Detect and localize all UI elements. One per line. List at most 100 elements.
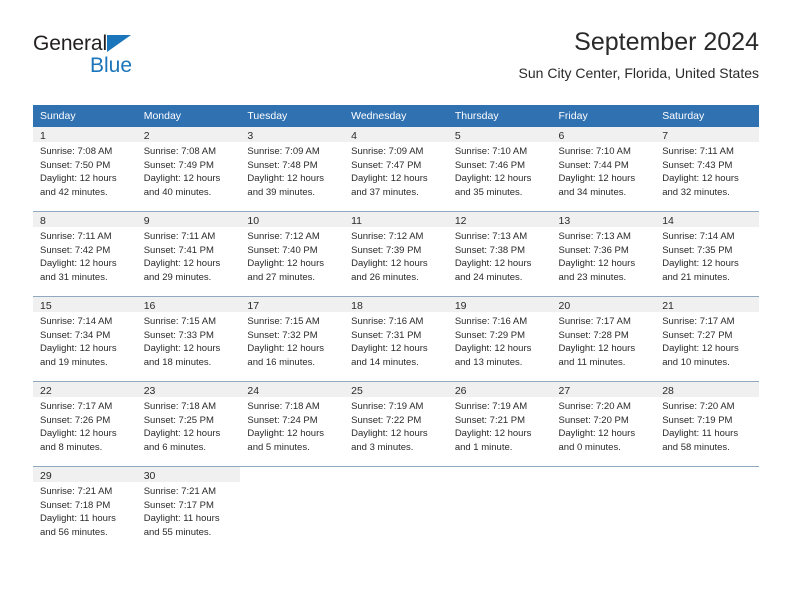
sunset-text: Sunset: 7:42 PM — [40, 244, 111, 256]
calendar-day-cell[interactable]: 14 Sunrise: 7:14 AM Sunset: 7:35 PM Dayl… — [655, 211, 759, 297]
daylight-text-line2: and 18 minutes. — [143, 356, 212, 368]
sunrise-text: Sunrise: 7:18 AM — [247, 401, 320, 412]
calendar-day-cell[interactable]: 1 Sunrise: 7:08 AM Sunset: 7:50 PM Dayli… — [33, 127, 137, 212]
sunset-text: Sunset: 7:49 PM — [143, 159, 214, 171]
daylight-text-line1: Daylight: 12 hours — [40, 343, 117, 355]
calendar-table: Sunday Monday Tuesday Wednesday Thursday… — [33, 105, 759, 551]
day-number: 22 — [40, 385, 52, 397]
daylight-text-line2: and 37 minutes. — [351, 186, 419, 198]
calendar-day-cell[interactable]: 17 Sunrise: 7:15 AM Sunset: 7:32 PM Dayl… — [240, 296, 345, 382]
day-number: 15 — [40, 300, 52, 312]
calendar-day-cell[interactable]: 6 Sunrise: 7:10 AM Sunset: 7:44 PM Dayli… — [551, 127, 656, 212]
sunrise-text: Sunrise: 7:10 AM — [454, 146, 528, 157]
day-number: 2 — [143, 130, 150, 142]
calendar-day-cell[interactable]: 18 Sunrise: 7:16 AM Sunset: 7:31 PM Dayl… — [344, 296, 448, 382]
daylight-text-line2: and 39 minutes. — [247, 186, 316, 198]
calendar-body: 1 Sunrise: 7:08 AM Sunset: 7:50 PM Dayli… — [33, 127, 759, 551]
calendar-day-cell[interactable]: 2 Sunrise: 7:08 AM Sunset: 7:49 PM Dayli… — [136, 127, 241, 212]
calendar-day-cell[interactable]: 16 Sunrise: 7:15 AM Sunset: 7:33 PM Dayl… — [136, 296, 241, 382]
daylight-text-line1: Daylight: 11 hours — [662, 428, 739, 440]
daylight-text-line2: and 11 minutes. — [558, 356, 626, 368]
calendar-day-cell[interactable]: 5 Sunrise: 7:10 AM Sunset: 7:46 PM Dayli… — [447, 127, 552, 212]
calendar-day-cell[interactable]: 28 Sunrise: 7:20 AM Sunset: 7:19 PM Dayl… — [655, 381, 759, 467]
calendar-day-cell[interactable]: 24 Sunrise: 7:18 AM Sunset: 7:24 PM Dayl… — [240, 381, 345, 467]
sunset-text: Sunset: 7:21 PM — [454, 414, 526, 426]
calendar-day-cell[interactable]: 9 Sunrise: 7:11 AM Sunset: 7:41 PM Dayli… — [136, 211, 241, 297]
calendar-day-cell[interactable]: 26 Sunrise: 7:19 AM Sunset: 7:21 PM Dayl… — [447, 381, 552, 467]
day-number: 14 — [662, 215, 674, 227]
calendar-day-cell[interactable]: 15 Sunrise: 7:14 AM Sunset: 7:34 PM Dayl… — [33, 296, 137, 382]
daylight-text-line1: Daylight: 12 hours — [558, 428, 636, 440]
sunrise-text: Sunrise: 7:21 AM — [40, 486, 113, 497]
sunset-text: Sunset: 7:24 PM — [247, 414, 318, 426]
sunset-text: Sunset: 7:27 PM — [662, 329, 733, 341]
calendar-day-cell[interactable]: 3 Sunrise: 7:09 AM Sunset: 7:48 PM Dayli… — [240, 127, 345, 212]
general-blue-logo: General Blue — [33, 32, 243, 88]
logo-text-general: General — [33, 32, 108, 55]
daylight-text-line1: Daylight: 12 hours — [247, 428, 324, 440]
sunrise-text: Sunrise: 7:12 AM — [247, 231, 320, 242]
weekday-header-tuesday: Tuesday — [240, 105, 345, 127]
daylight-text-line2: and 5 minutes. — [247, 441, 310, 453]
calendar-week-row: 8 Sunrise: 7:11 AM Sunset: 7:42 PM Dayli… — [33, 211, 759, 297]
calendar-day-cell[interactable]: 22 Sunrise: 7:17 AM Sunset: 7:26 PM Dayl… — [33, 381, 137, 467]
calendar-day-cell[interactable]: 13 Sunrise: 7:13 AM Sunset: 7:36 PM Dayl… — [551, 211, 656, 297]
daylight-text-line1: Daylight: 12 hours — [143, 258, 221, 270]
calendar-day-cell[interactable]: 29 Sunrise: 7:21 AM Sunset: 7:18 PM Dayl… — [33, 466, 137, 551]
sunset-text: Sunset: 7:20 PM — [558, 414, 629, 426]
calendar-day-cell[interactable]: 10 Sunrise: 7:12 AM Sunset: 7:40 PM Dayl… — [240, 211, 345, 297]
day-number: 23 — [143, 385, 156, 397]
sunset-text: Sunset: 7:48 PM — [247, 159, 318, 171]
day-number: 6 — [558, 130, 565, 142]
calendar-day-cell-empty — [447, 466, 552, 551]
sunset-text: Sunset: 7:38 PM — [454, 244, 526, 256]
sunrise-text: Sunrise: 7:11 AM — [143, 231, 216, 242]
sunset-text: Sunset: 7:29 PM — [454, 329, 526, 341]
daylight-text-line2: and 34 minutes. — [558, 186, 627, 198]
calendar-page: General Blue September 2024 Sun City Cen… — [0, 0, 792, 612]
daylight-text-line1: Daylight: 12 hours — [454, 173, 532, 185]
daylight-text-line1: Daylight: 12 hours — [454, 343, 532, 355]
calendar-day-cell-empty — [344, 466, 448, 551]
calendar-week-row: 1 Sunrise: 7:08 AM Sunset: 7:50 PM Dayli… — [33, 127, 759, 212]
calendar-day-cell[interactable]: 30 Sunrise: 7:21 AM Sunset: 7:17 PM Dayl… — [136, 466, 241, 551]
calendar-day-cell[interactable]: 27 Sunrise: 7:20 AM Sunset: 7:20 PM Dayl… — [551, 381, 656, 467]
sunset-text: Sunset: 7:17 PM — [143, 499, 214, 511]
daylight-text-line1: Daylight: 12 hours — [454, 258, 532, 270]
day-number: 28 — [662, 385, 674, 397]
daylight-text-line1: Daylight: 12 hours — [558, 258, 636, 270]
calendar-day-cell[interactable]: 20 Sunrise: 7:17 AM Sunset: 7:28 PM Dayl… — [551, 296, 656, 382]
page-header: General Blue September 2024 Sun City Cen… — [33, 26, 759, 96]
page-title: September 2024 — [574, 28, 759, 56]
daylight-text-line2: and 16 minutes. — [247, 356, 316, 368]
calendar-day-cell[interactable]: 25 Sunrise: 7:19 AM Sunset: 7:22 PM Dayl… — [344, 381, 448, 467]
calendar-day-cell[interactable]: 21 Sunrise: 7:17 AM Sunset: 7:27 PM Dayl… — [655, 296, 759, 382]
daylight-text-line1: Daylight: 12 hours — [351, 343, 428, 355]
day-number: 12 — [454, 215, 467, 227]
title-block: September 2024 Sun City Center, Florida,… — [519, 26, 759, 82]
daylight-text-line2: and 23 minutes. — [558, 271, 627, 283]
daylight-text-line2: and 42 minutes. — [40, 186, 108, 198]
sunset-text: Sunset: 7:47 PM — [351, 159, 422, 171]
day-number: 26 — [454, 385, 467, 397]
day-number: 18 — [351, 300, 363, 312]
daylight-text-line1: Daylight: 11 hours — [143, 513, 220, 525]
sunset-text: Sunset: 7:19 PM — [662, 414, 733, 426]
calendar-day-cell[interactable]: 4 Sunrise: 7:09 AM Sunset: 7:47 PM Dayli… — [344, 127, 448, 212]
day-number: 30 — [143, 470, 156, 482]
sunset-text: Sunset: 7:35 PM — [662, 244, 733, 256]
weekday-header-monday: Monday — [136, 105, 241, 127]
sunset-text: Sunset: 7:39 PM — [351, 244, 422, 256]
calendar-day-cell[interactable]: 8 Sunrise: 7:11 AM Sunset: 7:42 PM Dayli… — [33, 211, 137, 297]
weekday-header-friday: Friday — [551, 105, 656, 127]
day-number: 19 — [454, 300, 467, 312]
sunset-text: Sunset: 7:31 PM — [351, 329, 422, 341]
daylight-text-line2: and 3 minutes. — [351, 441, 414, 453]
calendar-day-cell[interactable]: 19 Sunrise: 7:16 AM Sunset: 7:29 PM Dayl… — [447, 296, 552, 382]
calendar-day-cell[interactable]: 7 Sunrise: 7:11 AM Sunset: 7:43 PM Dayli… — [655, 127, 759, 212]
daylight-text-line1: Daylight: 12 hours — [351, 173, 428, 185]
calendar-day-cell[interactable]: 23 Sunrise: 7:18 AM Sunset: 7:25 PM Dayl… — [136, 381, 241, 467]
calendar-day-cell[interactable]: 12 Sunrise: 7:13 AM Sunset: 7:38 PM Dayl… — [447, 211, 552, 297]
daylight-text-line2: and 31 minutes. — [40, 271, 108, 283]
calendar-day-cell[interactable]: 11 Sunrise: 7:12 AM Sunset: 7:39 PM Dayl… — [344, 211, 448, 297]
